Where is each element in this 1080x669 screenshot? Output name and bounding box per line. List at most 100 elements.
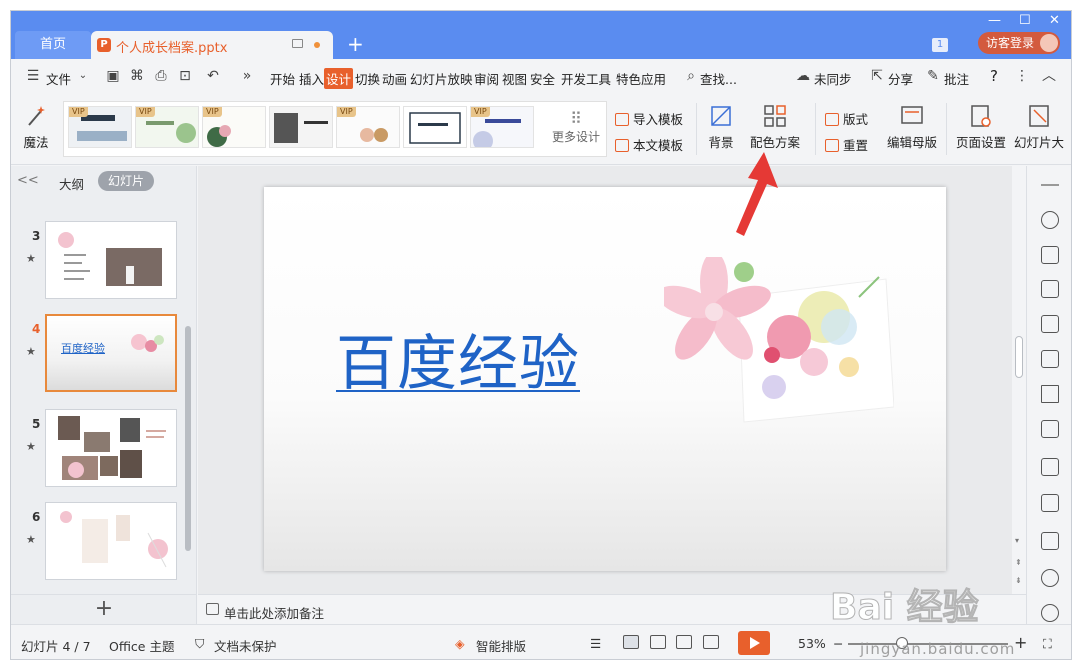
template-thumb[interactable]: VIP — [336, 106, 400, 148]
slide-size-button[interactable]: 幻灯片大 — [1014, 103, 1064, 151]
page-setup-button[interactable]: 页面设置 — [953, 103, 1009, 151]
template-thumb[interactable] — [269, 106, 333, 148]
comment-button[interactable]: 批注 — [944, 69, 969, 88]
zoom-in-button[interactable]: + — [1014, 633, 1027, 652]
format-painter-icon[interactable]: ⌘ — [129, 68, 145, 84]
picture-icon[interactable] — [1041, 532, 1059, 550]
template-thumb[interactable] — [403, 106, 467, 148]
panel-handle-icon[interactable] — [1041, 184, 1059, 186]
reset-button[interactable]: 重置 — [825, 135, 868, 154]
collapse-panel-icon[interactable]: << — [17, 173, 39, 188]
zoom-out-button[interactable]: − — [833, 636, 843, 651]
menu-tab-insert[interactable]: 插入 — [299, 69, 324, 88]
shape-icon[interactable] — [1041, 280, 1059, 298]
smart-layout-button[interactable]: 智能排版 — [476, 636, 526, 655]
slide-thumbnail[interactable] — [45, 221, 177, 299]
transition-icon[interactable] — [1041, 246, 1059, 264]
zoom-level[interactable]: 53% — [798, 636, 826, 651]
template-thumb[interactable]: VIP — [135, 106, 199, 148]
menu-tab-design[interactable]: 设计 — [324, 68, 354, 89]
notes-bar[interactable]: 单击此处添加备注 — [198, 594, 1026, 624]
guest-login-button[interactable]: 访客登录 — [978, 32, 1060, 54]
menu-tab-start[interactable]: 开始 — [270, 69, 295, 88]
search-label[interactable]: 查找... — [700, 69, 737, 88]
menu-tab-security[interactable]: 安全 — [530, 69, 555, 88]
more-options-icon[interactable]: ⋮ — [1014, 68, 1030, 84]
image-gallery-icon[interactable] — [1041, 420, 1059, 438]
menu-tab-transition[interactable]: 切换 — [355, 69, 380, 88]
magic-button[interactable]: 魔法 — [19, 103, 53, 151]
align-menu-icon[interactable]: ☰ — [590, 636, 601, 651]
search-icon[interactable]: ⌕ — [683, 68, 699, 84]
document-protection-status[interactable]: 文档未保护 — [214, 636, 277, 655]
scroll-down-icon[interactable]: ▾ — [1015, 536, 1019, 545]
next-slide-icon[interactable]: ⇟ — [1015, 576, 1022, 585]
close-icon[interactable]: ✕ — [1049, 13, 1060, 28]
presenter-view-icon[interactable] — [703, 635, 719, 649]
undo-icon[interactable]: ↶ — [205, 68, 221, 84]
slide-thumbnail-selected[interactable]: 百度经验 — [45, 314, 177, 392]
reading-view-icon[interactable] — [676, 635, 692, 649]
layout-grid-icon[interactable] — [1041, 315, 1059, 333]
slide-thumbnail-item[interactable]: 3 ★ — [11, 221, 191, 309]
new-tab-button[interactable]: + — [347, 32, 364, 56]
menu-tab-special[interactable]: 特色应用 — [616, 69, 666, 88]
menu-tab-developer[interactable]: 开发工具 — [561, 69, 611, 88]
slide-thumbnail[interactable] — [45, 502, 177, 580]
animation-icon[interactable] — [1041, 211, 1059, 229]
chevron-down-icon[interactable]: ⌄ — [75, 68, 91, 84]
slide-thumbnail-item-current[interactable]: 4 ★ 百度经验 — [11, 314, 191, 402]
comment-icon[interactable]: ✎ — [925, 68, 941, 84]
play-slideshow-button[interactable] — [738, 631, 770, 655]
tab-slides[interactable]: 幻灯片 — [98, 171, 154, 191]
theme-name[interactable]: Office 主题 — [109, 636, 174, 655]
fit-window-icon[interactable]: ⛶ — [1043, 636, 1052, 652]
slide-sorter-view-icon[interactable] — [650, 635, 666, 649]
menu-tab-animation[interactable]: 动画 — [382, 69, 407, 88]
tab-document[interactable]: P 个人成长档案.pptx — [91, 31, 333, 59]
panel-scrollbar[interactable] — [185, 326, 191, 551]
window-count-badge[interactable]: 1 — [932, 38, 948, 52]
template-thumb[interactable]: VIP — [470, 106, 534, 148]
chart-icon[interactable] — [1041, 350, 1059, 368]
feedback-icon[interactable] — [1041, 604, 1059, 622]
print-icon[interactable]: ⎙ — [153, 68, 169, 84]
layout-button[interactable]: 版式 — [825, 109, 868, 128]
collapse-ribbon-icon[interactable]: ︿ — [1041, 68, 1057, 84]
cloud-sync-icon[interactable]: ☁ — [795, 68, 811, 84]
tab-outline[interactable]: 大纲 — [59, 174, 84, 193]
normal-view-icon[interactable] — [623, 635, 639, 649]
slide-thumbnail-item[interactable]: 5 ★ — [11, 409, 191, 497]
slide-thumbnail[interactable] — [45, 409, 177, 487]
tab-home[interactable]: 首页 — [15, 31, 91, 59]
import-template-button[interactable]: 导入模板 — [615, 109, 683, 128]
maximize-icon[interactable]: ☐ — [1019, 13, 1031, 28]
help-button[interactable]: ? — [990, 67, 998, 85]
print-preview-icon[interactable]: ⊡ — [177, 68, 193, 84]
menu-tab-review[interactable]: 审阅 — [474, 69, 499, 88]
zoom-slider[interactable] — [848, 643, 1008, 645]
hamburger-menu-icon[interactable]: ☰ — [25, 68, 41, 84]
add-slide-button[interactable]: + — [11, 594, 197, 624]
export-icon[interactable] — [1041, 458, 1059, 476]
background-button[interactable]: 背景 — [701, 103, 741, 151]
more-design-button[interactable]: ⠿ 更多设计 — [548, 110, 604, 145]
sync-status[interactable]: 未同步 — [814, 69, 852, 88]
notes-placeholder[interactable]: 单击此处添加备注 — [224, 603, 324, 622]
edit-master-button[interactable]: 编辑母版 — [884, 103, 940, 151]
archive-box-icon[interactable] — [1041, 494, 1059, 512]
this-template-button[interactable]: 本文模板 — [615, 135, 683, 154]
canvas-scrollbar-thumb[interactable] — [1015, 336, 1023, 378]
template-thumb[interactable]: VIP — [68, 106, 132, 148]
menu-tab-slideshow[interactable]: 幻灯片放映 — [410, 69, 473, 88]
prev-slide-icon[interactable]: ⇞ — [1015, 558, 1022, 567]
share-button[interactable]: 分享 — [888, 69, 913, 88]
more-commands-icon[interactable]: » — [239, 68, 255, 84]
canvas-scrollbar[interactable]: ▾ ⇞ ⇟ — [1012, 166, 1026, 594]
minimize-icon[interactable]: — — [988, 13, 1001, 28]
color-scheme-button[interactable]: 配色方案 — [744, 103, 806, 151]
audio-icon[interactable] — [1041, 569, 1059, 587]
flower-decoration-image[interactable] — [664, 257, 894, 427]
monitor-icon[interactable] — [292, 39, 303, 48]
menu-file[interactable]: 文件 — [46, 69, 71, 88]
